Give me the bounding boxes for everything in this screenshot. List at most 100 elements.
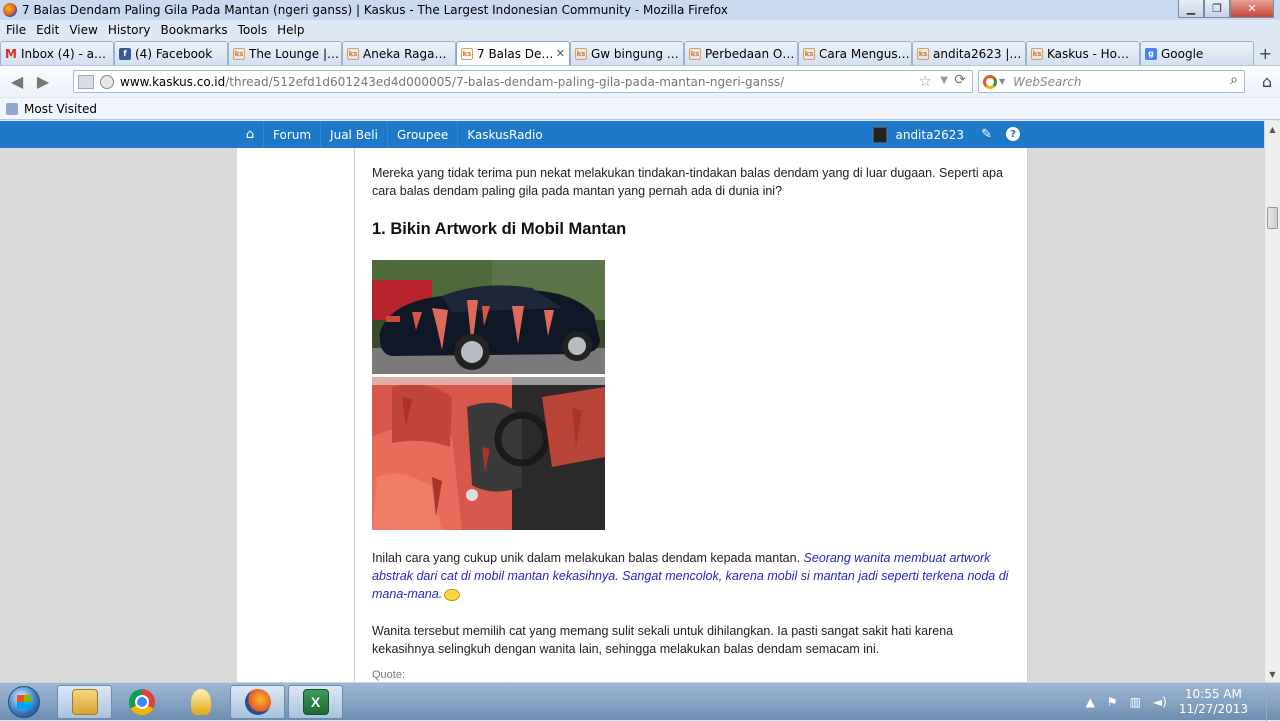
page-icon <box>78 74 94 89</box>
tab-google[interactable]: g Google <box>1140 41 1254 65</box>
kaskus-icon: ks <box>347 47 359 60</box>
firefox-icon <box>244 689 271 715</box>
kaskus-icon: ks <box>1031 47 1043 60</box>
user-menu[interactable]: andita2623 <box>873 121 964 148</box>
window-titlebar: 7 Balas Dendam Paling Gila Pada Mantan (… <box>0 0 1280 20</box>
volume-icon[interactable]: ◄) <box>1153 695 1167 709</box>
tab-label: (4) Facebook <box>135 46 213 61</box>
taskbar-messenger[interactable] <box>173 685 228 719</box>
tab-strip: M Inbox (4) - andit... f (4) Facebook ks Th… <box>0 41 1280 65</box>
windows-taskbar: X ▲ ⚑ ▥ ◄) 10:55 AM 11/27/2013 <box>0 682 1280 721</box>
url-text[interactable]: www.kaskus.co.id/thread/512efd1d601243ed… <box>120 75 784 89</box>
forward-button[interactable]: ▶ <box>30 69 56 95</box>
gmail-icon: M <box>5 46 17 61</box>
tab-label: 7 Balas Dend... <box>477 46 556 61</box>
tab-label: Aneka Ragam I... <box>363 46 455 61</box>
menu-tools[interactable]: Tools <box>238 23 268 37</box>
new-tab-button[interactable]: + <box>1259 44 1272 63</box>
tab-label: Kaskus - Home ... <box>1047 46 1139 61</box>
forward-arrow-icon: ▶ <box>36 72 50 91</box>
bookmark-folder-icon <box>6 102 18 115</box>
tab-perbedaan[interactable]: ks Perbedaan Orga... <box>684 41 798 65</box>
menu-view[interactable]: View <box>69 23 97 37</box>
tab-the-lounge[interactable]: ks The Lounge | Ka... <box>228 41 342 65</box>
search-icon[interactable]: ⌕ <box>1230 72 1238 88</box>
vertical-scrollbar[interactable]: ▲ ▼ <box>1264 121 1280 682</box>
nav-groupee[interactable]: Groupee <box>386 121 457 148</box>
search-engine-dropdown-icon[interactable]: ▼ <box>999 77 1005 86</box>
taskbar-excel[interactable]: X <box>288 685 343 719</box>
network-icon[interactable]: ▥ <box>1130 695 1141 709</box>
tab-active-balas-dendam[interactable]: ks 7 Balas Dend...✕ <box>456 41 570 65</box>
menu-bookmarks[interactable]: Bookmarks <box>161 23 228 37</box>
help-icon[interactable]: ? <box>1006 127 1020 141</box>
tab-label: Google <box>1161 46 1204 61</box>
home-icon[interactable]: ⌂ <box>237 121 263 148</box>
nav-jual-beli[interactable]: Jual Beli <box>320 121 387 148</box>
url-history-dropdown-icon[interactable]: ▼ <box>940 75 948 86</box>
google-icon: g <box>1145 47 1157 60</box>
window-title: 7 Balas Dendam Paling Gila Pada Mantan (… <box>22 3 728 17</box>
home-icon[interactable]: ⌂ <box>1262 72 1272 91</box>
page-viewport: ⌂ Forum Jual Beli Groupee KaskusRadio an… <box>0 121 1264 682</box>
clock-date: 11/27/2013 <box>1178 702 1248 716</box>
bookmarks-toolbar: Most Visited <box>0 98 1280 120</box>
start-button[interactable] <box>2 684 46 720</box>
nav-kaskusradio[interactable]: KaskusRadio <box>457 121 551 148</box>
tab-gw-bingung[interactable]: ks Gw bingung ba... <box>570 41 684 65</box>
scroll-down-arrow-icon[interactable]: ▼ <box>1265 666 1280 682</box>
address-bar[interactable]: www.kaskus.co.id/thread/512efd1d601243ed… <box>73 70 973 93</box>
firefox-icon <box>3 3 17 17</box>
tray-expand-icon[interactable]: ▲ <box>1086 695 1095 709</box>
bookmark-star-icon[interactable]: ☆ <box>919 72 932 90</box>
system-tray: ▲ ⚑ ▥ ◄) 10:55 AM 11/27/2013 <box>1086 683 1280 721</box>
reload-icon[interactable]: ⟳ <box>954 72 966 88</box>
tab-label: Inbox (4) - andit... <box>21 46 113 61</box>
left-sidebar <box>237 148 355 682</box>
scroll-up-arrow-icon[interactable]: ▲ <box>1265 121 1280 137</box>
car-exterior-photo <box>372 260 605 374</box>
navigation-toolbar: ◀ ▶ www.kaskus.co.id/thread/512efd1d6012… <box>0 65 1280 97</box>
taskbar-firefox[interactable] <box>230 685 285 719</box>
close-button[interactable]: ✕ <box>1230 0 1274 18</box>
pencil-icon[interactable]: ✎ <box>981 127 992 142</box>
tab-close-icon[interactable]: ✕ <box>556 47 565 60</box>
search-engine-icon[interactable] <box>983 74 997 89</box>
restore-button[interactable]: ❐ <box>1204 0 1230 18</box>
nav-forum[interactable]: Forum <box>263 121 320 148</box>
action-center-flag-icon[interactable]: ⚑ <box>1107 695 1118 709</box>
section-heading: 1. Bikin Artwork di Mobil Mantan <box>372 220 627 238</box>
quote-label: Quote: <box>372 669 406 681</box>
menu-bar: File Edit View History Bookmarks Tools H… <box>0 20 1280 40</box>
search-placeholder: WebSearch <box>1013 74 1082 89</box>
tab-aneka-ragam[interactable]: ks Aneka Ragam I... <box>342 41 456 65</box>
site-identity-icon[interactable] <box>100 74 114 89</box>
tab-andita-profile[interactable]: ks andita2623 | Kas... <box>912 41 1026 65</box>
messenger-icon <box>190 689 211 715</box>
clock[interactable]: 10:55 AM 11/27/2013 <box>1179 687 1248 717</box>
search-box[interactable]: ▼ WebSearch ⌕ <box>978 70 1245 93</box>
menu-file[interactable]: File <box>6 23 26 37</box>
scroll-thumb[interactable] <box>1267 207 1278 229</box>
intro-paragraph: Mereka yang tidak terima pun nekat melak… <box>372 166 1003 198</box>
tab-facebook[interactable]: f (4) Facebook <box>114 41 228 65</box>
minimize-button[interactable]: ▁ <box>1178 0 1204 18</box>
tab-cara-mengusir[interactable]: ks Cara Mengusir ... <box>798 41 912 65</box>
taskbar-chrome[interactable] <box>114 685 169 719</box>
bookmark-most-visited[interactable]: Most Visited <box>24 102 97 116</box>
menu-history[interactable]: History <box>108 23 151 37</box>
tab-kaskus-home[interactable]: ks Kaskus - Home ... <box>1026 41 1140 65</box>
kaskus-topbar: ⌂ Forum Jual Beli Groupee KaskusRadio an… <box>0 121 1264 148</box>
clock-time: 10:55 AM <box>1184 687 1242 701</box>
back-button[interactable]: ◀ <box>4 69 30 95</box>
excel-icon: X <box>302 689 329 715</box>
taskbar-explorer[interactable] <box>57 685 112 719</box>
tab-label: The Lounge | Ka... <box>249 46 341 61</box>
menu-edit[interactable]: Edit <box>36 23 59 37</box>
article-paragraph-1: Inilah cara yang cukup unik dalam melaku… <box>372 549 1012 603</box>
tab-gmail[interactable]: M Inbox (4) - andit... <box>0 41 114 65</box>
para1-text: Inilah cara yang cukup unik dalam melaku… <box>372 551 804 565</box>
menu-help[interactable]: Help <box>277 23 304 37</box>
show-desktop-button[interactable] <box>1266 683 1280 721</box>
kaskus-icon: ks <box>803 47 815 60</box>
